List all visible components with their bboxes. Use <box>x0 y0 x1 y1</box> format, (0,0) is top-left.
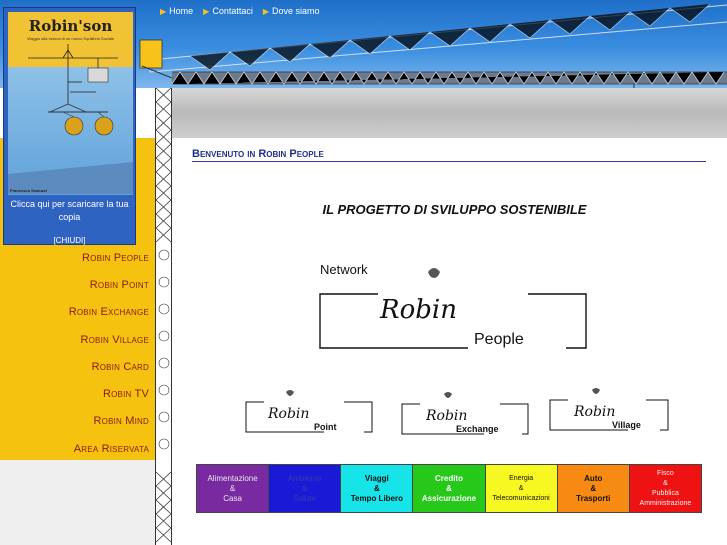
close-popup-button[interactable]: [CHIUDI] <box>4 236 135 245</box>
book-subtitle: Viaggio alla ricerca di un nuovo Equilib… <box>26 36 115 41</box>
nav-home-label: Home <box>169 6 194 16</box>
menu-item-area-riservata[interactable]: Area Riservata <box>0 435 155 462</box>
nav-contact-link[interactable]: ▶ Contattaci <box>203 6 253 16</box>
arrow-icon: ▶ <box>262 6 270 16</box>
book-download-popup: Robin'son Viaggio alla ricerca di un nuo… <box>3 7 136 245</box>
category-line2: & <box>663 479 668 487</box>
category-viaggi[interactable]: Viaggi & Tempo Libero <box>341 465 414 512</box>
menu-item-robin-people[interactable]: Robin People <box>0 244 155 271</box>
header-gray-band <box>172 88 727 138</box>
category-line2: & <box>373 483 380 493</box>
top-navigation: ▶ Home ▶ Contattaci ▶ Dove siamo <box>160 6 320 16</box>
category-line2: & <box>229 483 236 493</box>
logo-network-text: Network <box>320 262 368 277</box>
category-line3: Assicurazione <box>421 493 477 503</box>
logo-robin-script: Robin <box>573 404 615 420</box>
menu-item-robin-mind[interactable]: Robin Mind <box>0 408 155 435</box>
robin-exchange-logo[interactable]: Robin Exchange <box>400 390 530 436</box>
sidebar-footer-image <box>0 460 155 545</box>
category-line3: Tempo Libero <box>350 493 403 503</box>
main-content: Benvenuto in Robin People IL PROGETTO DI… <box>172 138 727 545</box>
menu-item-robin-tv[interactable]: Robin TV <box>0 380 155 407</box>
category-line3: Trasporti <box>576 493 611 503</box>
scale-illustration <box>8 44 133 194</box>
category-line3: Salute <box>293 493 317 503</box>
nav-home-link[interactable]: ▶ Home <box>160 6 193 16</box>
network-robin-people-logo[interactable]: Network Robin People <box>318 258 588 353</box>
project-heading: IL PROGETTO DI SVILUPPO SOSTENIBILE <box>322 202 587 217</box>
category-line1: Credito <box>434 473 463 483</box>
menu-item-robin-village[interactable]: Robin Village <box>0 326 155 353</box>
menu-item-label: Robin Card <box>91 360 149 373</box>
logo-point-text: Point <box>314 422 337 432</box>
arrow-icon: ▶ <box>160 6 167 16</box>
crane-tower-lattice <box>155 88 172 543</box>
download-link[interactable]: Clicca qui per scaricare la tua copia <box>4 198 135 224</box>
category-line3: Telecomunicazioni <box>492 494 550 502</box>
menu-item-robin-exchange[interactable]: Robin Exchange <box>0 299 155 326</box>
menu-item-label: Robin People <box>82 251 149 264</box>
category-line1: Fisco <box>657 469 674 477</box>
category-line2: & <box>518 484 524 492</box>
logo-robin-script: Robin <box>267 406 309 422</box>
category-line2: & <box>446 483 452 493</box>
nav-contact-label: Contattaci <box>212 6 253 16</box>
menu-item-label: Robin Point <box>89 278 149 291</box>
category-line2: & <box>590 483 597 493</box>
menu-item-label: Robin Exchange <box>68 306 149 319</box>
logo-robin-script: Robin <box>425 408 467 424</box>
menu-item-label: Area Riservata <box>73 442 149 455</box>
category-line1: Viaggi <box>364 473 389 483</box>
robin-point-logo[interactable]: Robin Point <box>244 390 374 436</box>
category-energia[interactable]: Energia & Telecomunicazioni <box>485 465 558 512</box>
menu-item-robin-card[interactable]: Robin Card <box>0 353 155 380</box>
category-alimentazione[interactable]: Alimentazione & Casa <box>197 465 270 512</box>
category-line1: Energia <box>509 474 534 482</box>
menu-item-label: Robin TV <box>102 388 149 401</box>
menu-item-label: Robin Mind <box>93 415 149 428</box>
category-fisco[interactable]: Fisco & Pubblica Amministrazione <box>629 465 701 512</box>
nav-location-label: Dove siamo <box>272 6 320 16</box>
logo-people-text: People <box>474 331 524 348</box>
logo-robin-script: Robin <box>379 295 457 325</box>
category-line1: Ambiente <box>287 473 322 483</box>
category-line1: Auto <box>584 473 603 483</box>
book-title: Robin'son <box>28 17 113 35</box>
category-line2: & <box>302 483 308 493</box>
category-bar: Alimentazione & Casa Ambiente & Salute V… <box>196 464 702 513</box>
page-title: Benvenuto in Robin People <box>192 148 706 162</box>
main-menu: Robin People Robin Point Robin Exchange … <box>0 244 155 462</box>
nav-location-link[interactable]: ▶ Dove siamo <box>263 6 320 16</box>
category-ambiente[interactable]: Ambiente & Salute <box>269 465 342 512</box>
logo-exchange-text: Exchange <box>456 424 499 434</box>
book-cover-image[interactable]: Robin'son Viaggio alla ricerca di un nuo… <box>8 12 133 195</box>
arrow-icon: ▶ <box>203 6 210 16</box>
robin-village-logo[interactable]: Robin Village <box>548 386 678 432</box>
category-line1: Alimentazione <box>207 473 258 483</box>
category-line3: Pubblica Amministrazione <box>639 489 692 507</box>
logo-village-text: Village <box>612 420 641 430</box>
category-credito[interactable]: Credito & Assicurazione <box>413 465 486 512</box>
book-author: Francesco Scaluzzi <box>10 188 47 193</box>
menu-item-label: Robin Village <box>80 333 149 346</box>
menu-item-robin-point[interactable]: Robin Point <box>0 271 155 298</box>
category-line3: Casa <box>223 493 242 503</box>
category-auto[interactable]: Auto & Trasporti <box>557 465 630 512</box>
